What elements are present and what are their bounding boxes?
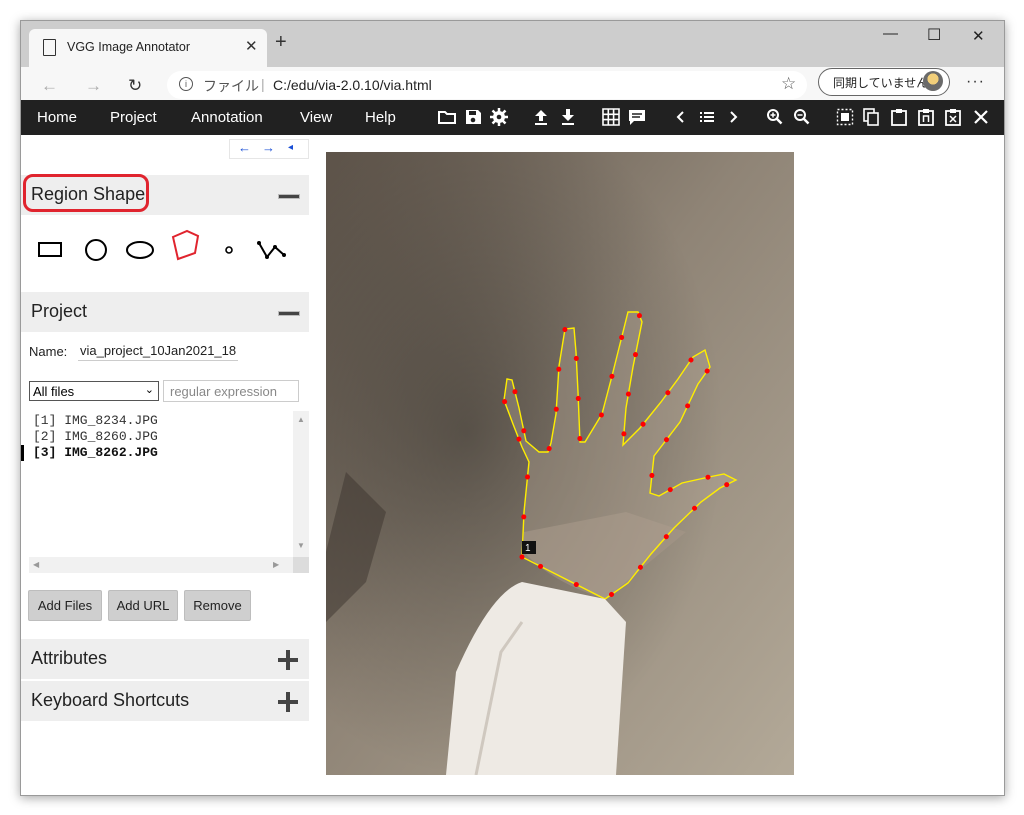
polyline-shape-icon[interactable] [257, 235, 287, 265]
via-menubar: Home Project Annotation View Help [21, 100, 1004, 135]
upload-icon[interactable] [531, 107, 551, 127]
polygon-shape-icon[interactable] [169, 229, 201, 265]
highlight-annotation [23, 174, 149, 212]
scroll-down-icon[interactable]: ▼ [297, 541, 305, 550]
scroll-right-icon[interactable]: ▶ [273, 560, 279, 569]
keyboard-shortcuts-title: Keyboard Shortcuts [31, 690, 190, 710]
sync-label: 同期していません [833, 76, 929, 90]
panel-nav: ← → ◂ [229, 139, 309, 159]
current-file-marker [21, 445, 24, 461]
expand-icon-vertical [286, 692, 290, 712]
scroll-up-icon[interactable]: ▲ [297, 415, 305, 424]
menu-help[interactable]: Help [365, 109, 396, 126]
list-item[interactable]: [1] IMG_8234.JPG [33, 413, 158, 428]
sync-button[interactable]: 同期していません [818, 68, 950, 96]
zoom-out-icon[interactable] [792, 107, 812, 127]
previous-icon[interactable] [671, 107, 691, 127]
paste-icon[interactable] [889, 107, 909, 127]
menu-view[interactable]: View [300, 109, 332, 126]
refresh-icon[interactable]: ↻ [128, 76, 142, 96]
regex-input[interactable]: regular expression [163, 380, 299, 402]
point-shape-icon[interactable] [221, 235, 237, 265]
project-header[interactable]: Project [21, 292, 309, 332]
more-icon[interactable]: ··· [966, 73, 985, 91]
add-url-button[interactable]: Add URL [108, 590, 178, 621]
add-files-button[interactable]: Add Files [28, 590, 102, 621]
tab-title: VGG Image Annotator [67, 40, 190, 54]
expand-panel-icon[interactable]: → [262, 140, 275, 155]
url-separator: | [261, 76, 265, 92]
vertical-scrollbar[interactable]: ▲ ▼ [293, 411, 309, 557]
hide-panel-icon[interactable]: ◂ [288, 142, 293, 153]
document-icon [43, 39, 56, 56]
back-icon[interactable]: ← [41, 76, 58, 96]
paste-undo-icon[interactable] [943, 107, 963, 127]
circle-shape-icon[interactable] [82, 235, 110, 265]
file-filter-select[interactable]: All files ⌄ [29, 381, 159, 401]
chevron-down-icon: ⌄ [144, 384, 154, 396]
attributes-header[interactable]: Attributes [21, 639, 309, 679]
url-box[interactable]: i ファイル | C:/edu/via-2.0.10/via.html ☆ [167, 71, 807, 99]
keyboard-shortcuts-header[interactable]: Keyboard Shortcuts [21, 681, 309, 721]
expand-icon-vertical [286, 650, 290, 670]
attributes-title: Attributes [31, 648, 108, 668]
via-workspace: ← → ◂ Region Shape Project Name: via_pro… [21, 135, 1004, 795]
list-item-current[interactable]: [3] IMG_8262.JPG [33, 445, 158, 460]
new-tab-icon[interactable]: + [275, 32, 287, 52]
favorite-star-icon[interactable]: ☆ [781, 74, 796, 94]
ellipse-shape-icon[interactable] [124, 235, 156, 265]
comment-icon[interactable] [627, 107, 647, 127]
save-icon[interactable] [463, 107, 483, 127]
zoom-in-icon[interactable] [765, 107, 785, 127]
menu-project[interactable]: Project [110, 109, 157, 126]
project-name-input[interactable] [78, 340, 238, 361]
list-item[interactable]: [2] IMG_8260.JPG [33, 429, 158, 444]
url-scheme-label: ファイル [203, 78, 259, 94]
download-icon[interactable] [558, 107, 578, 127]
left-sidebar: ← → ◂ Region Shape Project Name: via_pro… [21, 135, 309, 745]
remove-button[interactable]: Remove [184, 590, 251, 621]
project-name-label: Name: [29, 344, 68, 359]
collapse-icon[interactable] [278, 311, 300, 316]
grid-view-icon[interactable] [601, 107, 621, 127]
copy-icon[interactable] [861, 107, 881, 127]
menu-annotation[interactable]: Annotation [191, 109, 263, 126]
project-title: Project [31, 301, 88, 321]
browser-window: VGG Image Annotator ✕ + — ☐ ✕ ← → ↻ i ファ… [20, 20, 1005, 796]
region-id-label: 1 [525, 543, 531, 554]
close-tab-icon[interactable]: ✕ [245, 37, 258, 55]
list-icon[interactable] [697, 107, 717, 127]
info-icon[interactable]: i [179, 77, 193, 91]
close-window-icon[interactable]: ✕ [972, 27, 985, 45]
image-canvas[interactable]: 1 [326, 152, 794, 775]
collapse-icon[interactable] [278, 194, 300, 199]
forward-icon[interactable]: → [85, 76, 102, 96]
select-all-icon[interactable] [835, 107, 855, 127]
paste-n-icon[interactable] [916, 107, 936, 127]
next-icon[interactable] [723, 107, 743, 127]
file-list: [1] IMG_8234.JPG [2] IMG_8260.JPG [3] IM… [29, 411, 309, 573]
maximize-icon[interactable]: ☐ [927, 25, 941, 45]
browser-tab[interactable]: VGG Image Annotator ✕ [29, 29, 267, 67]
file-filter-value: All files [33, 384, 75, 399]
settings-icon[interactable] [489, 107, 509, 127]
minimize-icon[interactable]: — [883, 25, 898, 42]
delete-icon[interactable] [971, 107, 991, 127]
rectangle-shape-icon[interactable] [37, 235, 63, 265]
folder-open-icon[interactable] [437, 107, 457, 127]
avatar [923, 71, 943, 91]
menu-home[interactable]: Home [37, 109, 77, 126]
shrink-panel-icon[interactable]: ← [238, 140, 251, 155]
tab-strip: VGG Image Annotator ✕ + — ☐ ✕ [21, 21, 1004, 67]
url-text[interactable]: C:/edu/via-2.0.10/via.html [273, 77, 432, 93]
region-shape-options [21, 217, 309, 291]
annotated-image[interactable]: 1 [326, 152, 794, 775]
scroll-corner [293, 557, 309, 573]
scroll-left-icon[interactable]: ◀ [33, 560, 39, 569]
horizontal-scrollbar[interactable]: ◀ ▶ [29, 557, 293, 573]
